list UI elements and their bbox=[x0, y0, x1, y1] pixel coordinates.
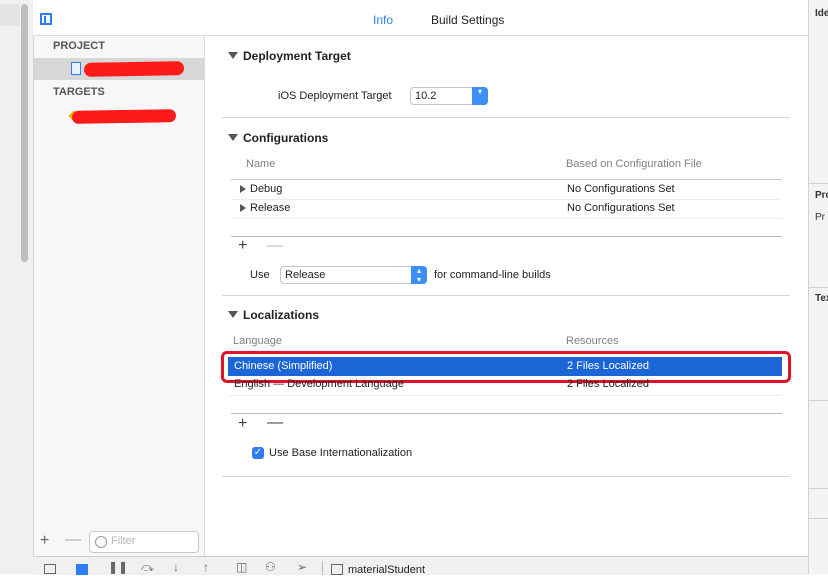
ios-deployment-target-label: iOS Deployment Target bbox=[278, 90, 392, 102]
table-bottom-divider bbox=[231, 236, 782, 237]
inspector-project-sub-label: Pr bbox=[815, 212, 825, 223]
memory-graph-icon[interactable]: ⚇ bbox=[265, 560, 276, 574]
disclosure-triangle-icon[interactable] bbox=[228, 52, 238, 59]
inspector-panel: Ide Pro Pr Tex bbox=[808, 0, 828, 574]
localization-resources: 2 Files Localized bbox=[567, 378, 649, 390]
tab-info[interactable]: Info bbox=[373, 13, 393, 27]
inspector-identity-label: Ide bbox=[815, 8, 828, 19]
table-bottom-divider bbox=[231, 413, 782, 414]
config-based-on: No Configurations Set bbox=[567, 202, 675, 214]
divider bbox=[222, 117, 790, 118]
inspector-divider bbox=[809, 488, 828, 489]
add-target-button[interactable]: + bbox=[40, 532, 49, 550]
project-file-icon bbox=[71, 62, 81, 75]
divider bbox=[222, 476, 790, 477]
project-info-editor: Deployment Target iOS Deployment Target … bbox=[205, 36, 808, 556]
redaction-mark bbox=[71, 109, 177, 124]
command-line-config-value: Release bbox=[285, 269, 326, 281]
step-in-icon[interactable]: ↓ bbox=[173, 560, 179, 574]
inspector-divider bbox=[809, 183, 828, 184]
step-out-icon[interactable]: ↑ bbox=[203, 560, 209, 574]
localization-language: English — Development Language bbox=[234, 378, 405, 390]
table-row[interactable]: Release No Configurations Set bbox=[231, 200, 782, 219]
config-based-on: No Configurations Set bbox=[567, 183, 675, 195]
ios-deployment-target-value: 10.2 bbox=[415, 90, 437, 102]
command-line-config-popup[interactable]: Release ▴ ▾ bbox=[280, 266, 427, 284]
remove-target-button[interactable]: — bbox=[65, 531, 81, 549]
column-header-name: Name bbox=[246, 158, 276, 170]
disclosure-triangle-icon[interactable] bbox=[240, 185, 246, 193]
divider bbox=[222, 295, 790, 296]
project-row[interactable] bbox=[34, 58, 204, 80]
navigator-edge bbox=[0, 4, 20, 26]
filter-icon bbox=[95, 536, 107, 548]
config-name: Debug bbox=[250, 183, 283, 195]
table-row[interactable]: English — Development Language 2 Files L… bbox=[228, 377, 782, 396]
add-localization-button[interactable]: + bbox=[238, 415, 247, 433]
navigator-strip bbox=[0, 0, 34, 574]
column-header-based-on: Based on Configuration File bbox=[566, 158, 702, 170]
project-header: PROJECT bbox=[53, 40, 105, 52]
chevron-updown-icon: ▴ ▾ bbox=[411, 266, 427, 284]
debug-bar: ❚❚ ⤼ ↓ ↑ ◫ ⚇ ➢ materialStudent bbox=[33, 556, 808, 576]
disclosure-triangle-icon[interactable] bbox=[240, 204, 246, 212]
add-configuration-button[interactable]: + bbox=[238, 237, 247, 255]
simulate-location-icon[interactable]: ➢ bbox=[297, 560, 307, 574]
step-over-icon[interactable]: ⤼ bbox=[141, 560, 154, 575]
inspector-divider bbox=[809, 400, 828, 401]
disclosure-triangle-icon[interactable] bbox=[228, 134, 238, 141]
breakpoints-toggle-icon[interactable] bbox=[76, 564, 88, 575]
configurations-title: Configurations bbox=[243, 131, 329, 145]
debug-view-hierarchy-icon[interactable]: ◫ bbox=[236, 560, 247, 574]
disclosure-triangle-icon[interactable] bbox=[228, 311, 238, 318]
scheme-icon bbox=[331, 564, 343, 575]
config-name: Release bbox=[250, 202, 291, 214]
deployment-target-title: Deployment Target bbox=[243, 49, 351, 63]
navigator-scrollbar[interactable] bbox=[21, 4, 28, 262]
command-line-suffix: for command-line builds bbox=[434, 269, 551, 281]
ios-deployment-target-popup[interactable]: 10.2 ▾ bbox=[410, 87, 488, 105]
targets-header: TARGETS bbox=[53, 86, 105, 98]
show-sidebar-icon[interactable] bbox=[40, 13, 52, 25]
chevron-down-icon: ▾ bbox=[472, 87, 488, 105]
inspector-text-label: Tex bbox=[815, 293, 828, 304]
table-row[interactable]: Debug No Configurations Set bbox=[231, 180, 782, 200]
remove-configuration-button[interactable]: — bbox=[267, 237, 283, 255]
editor-tab-bar: Info Build Settings bbox=[33, 0, 808, 36]
filter-placeholder: Filter bbox=[111, 535, 136, 547]
project-targets-sidebar: PROJECT TARGETS + — Filter bbox=[34, 36, 205, 556]
filter-field[interactable]: Filter bbox=[89, 531, 199, 553]
use-base-internationalization-checkbox[interactable]: ✓ bbox=[252, 447, 264, 459]
use-label: Use bbox=[250, 269, 270, 281]
target-row[interactable] bbox=[34, 106, 204, 126]
tab-build-settings[interactable]: Build Settings bbox=[431, 13, 504, 27]
column-header-language: Language bbox=[233, 335, 282, 347]
redaction-mark bbox=[83, 61, 185, 77]
localizations-title: Localizations bbox=[243, 308, 320, 322]
inspector-divider bbox=[809, 518, 828, 519]
pause-icon[interactable]: ❚❚ bbox=[108, 560, 128, 574]
inspector-project-label: Pro bbox=[815, 190, 828, 201]
remove-localization-button[interactable]: — bbox=[267, 414, 283, 432]
column-header-resources: Resources bbox=[566, 335, 619, 347]
hide-debug-area-icon[interactable] bbox=[44, 564, 56, 574]
inspector-divider bbox=[809, 287, 828, 288]
use-base-internationalization-label: Use Base Internationalization bbox=[269, 447, 413, 459]
scheme-name[interactable]: materialStudent bbox=[348, 564, 425, 576]
toolbar-divider bbox=[322, 561, 323, 575]
